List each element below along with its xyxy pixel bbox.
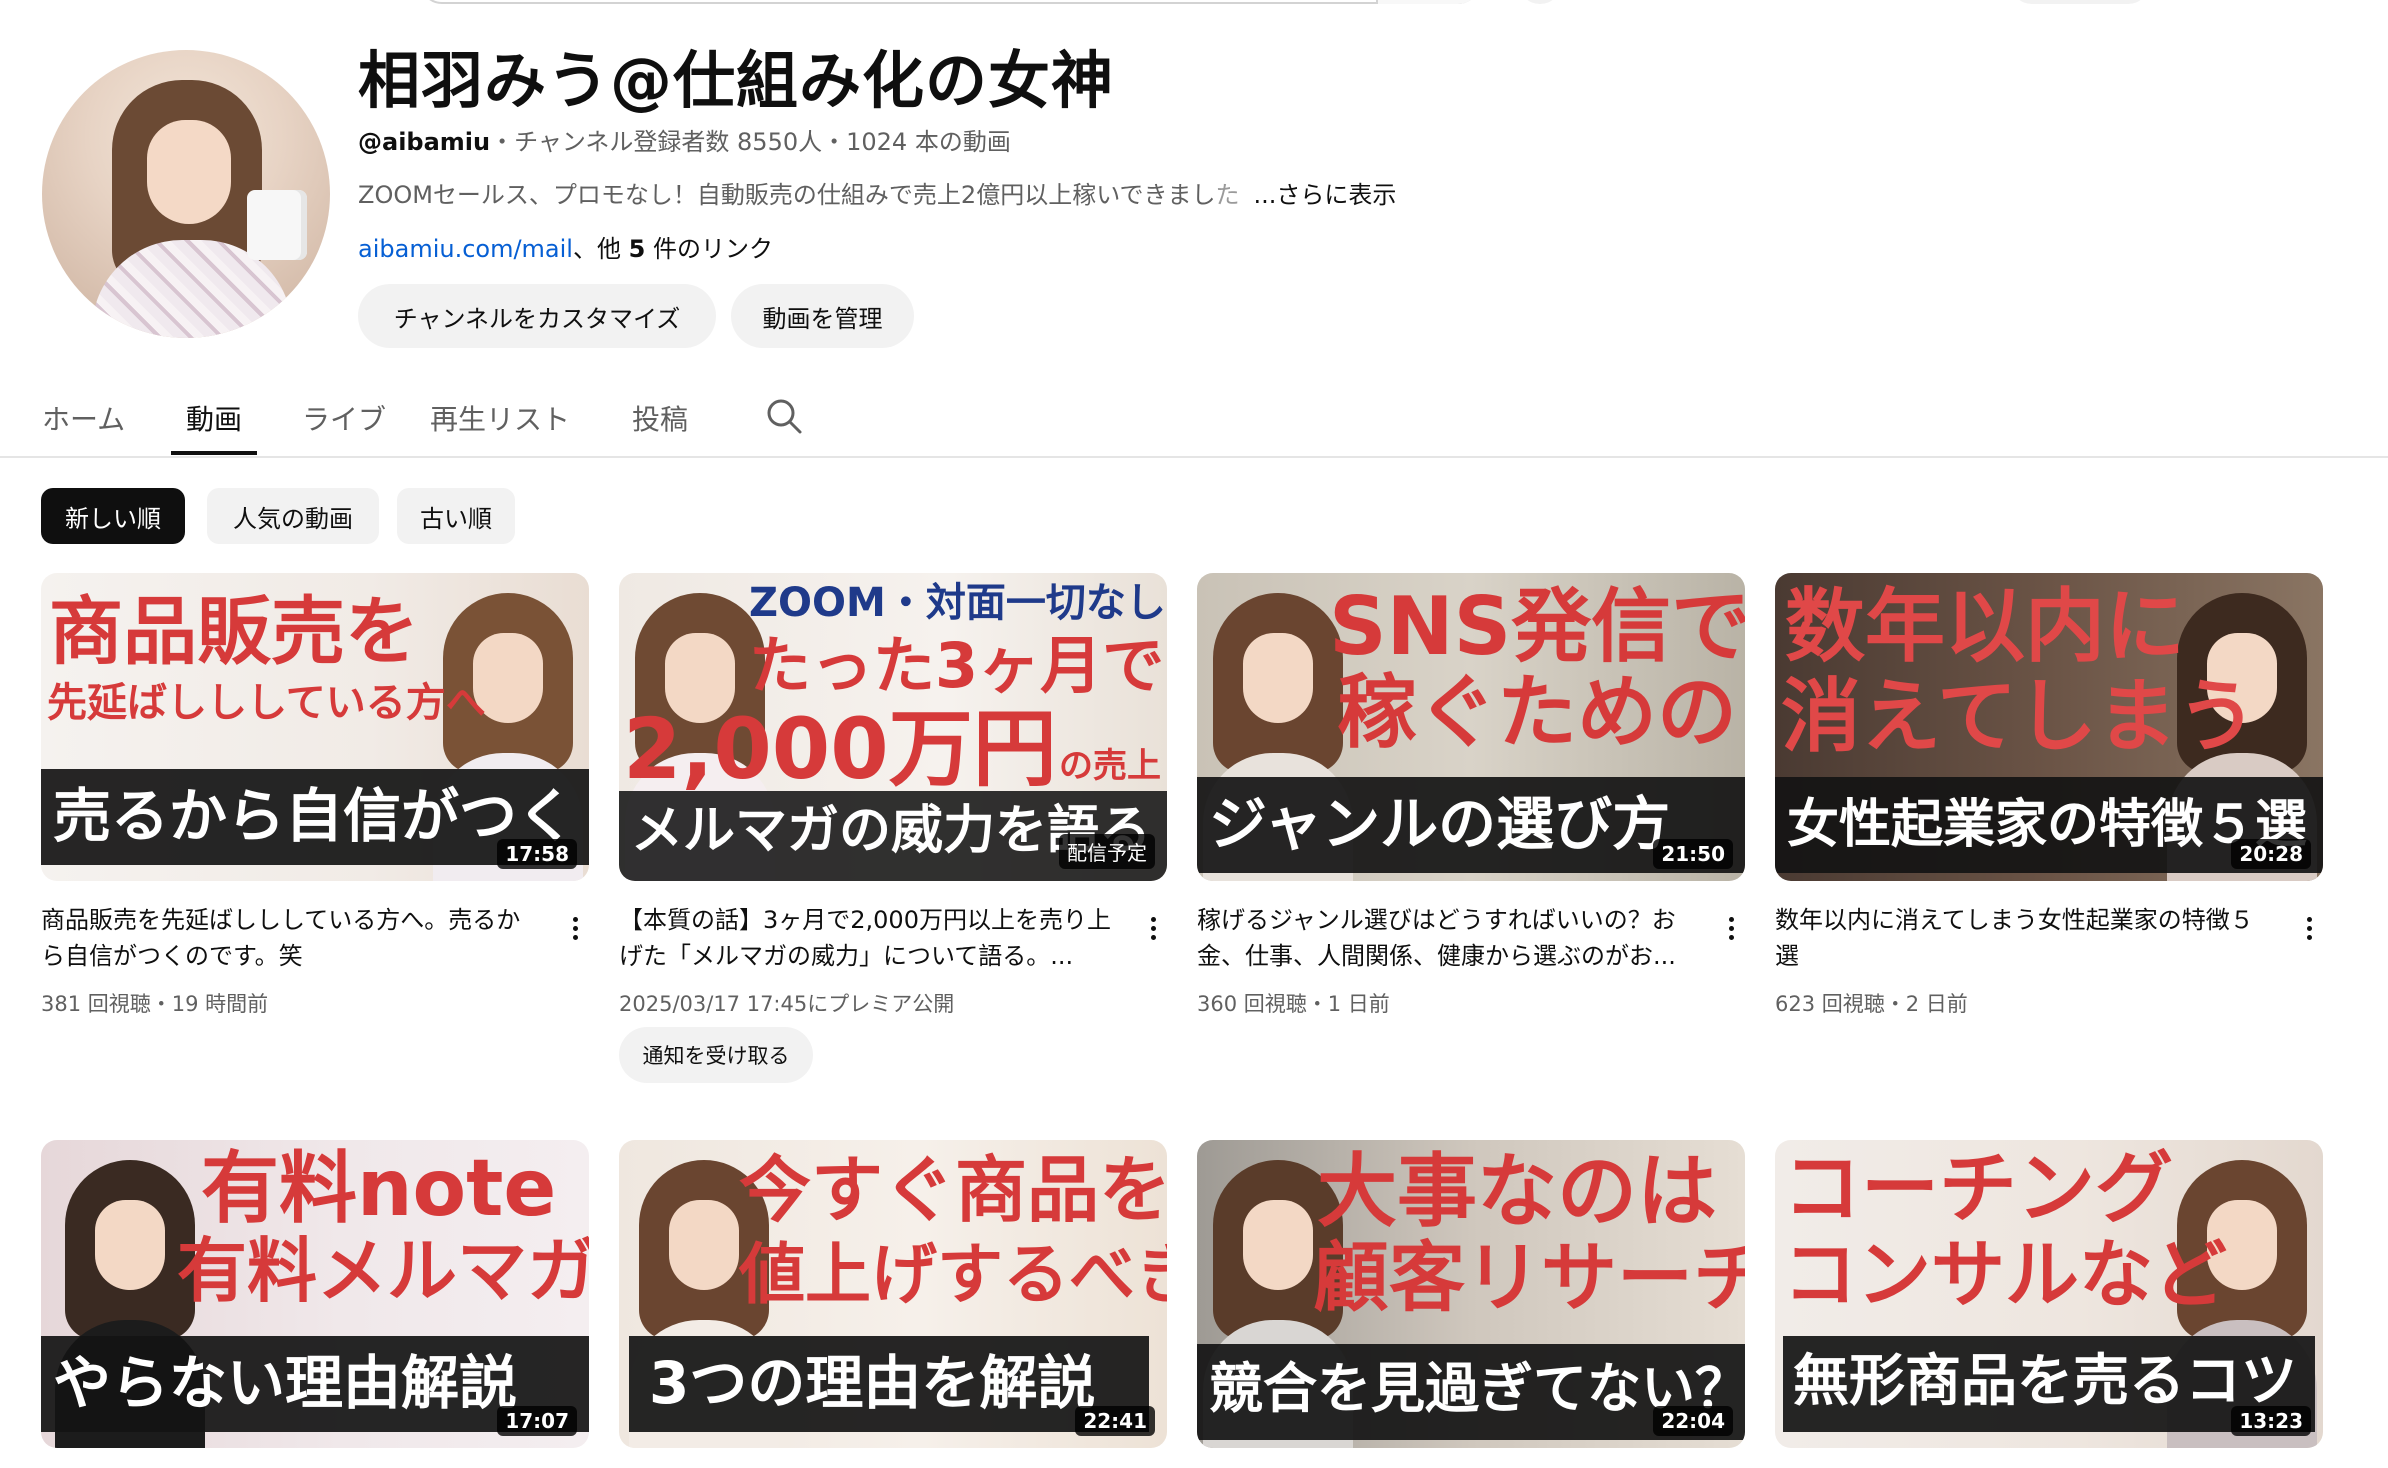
thumbnail-text: 今すぐ商品を [739, 1148, 1167, 1232]
more-options-icon[interactable] [1717, 908, 1745, 948]
search-box-edge[interactable] [420, 0, 1480, 4]
thumbnail-text: 大事なのは [1317, 1145, 1717, 1238]
thumbnail-text: 2,000万円 [623, 700, 1057, 798]
chip-popular[interactable]: 人気の動画 [207, 488, 379, 544]
tab-live[interactable]: ライブ [302, 380, 386, 456]
upcoming-badge: 配信予定 [1059, 834, 1155, 869]
notify-me-button[interactable]: 通知を受け取る [619, 1027, 813, 1083]
thumbnail-text: 有料note [201, 1144, 557, 1234]
channel-description[interactable]: ZOOMセールス、プロモなし！自動販売の仕組みで売上2億円以上稼いできました..… [358, 175, 1396, 210]
tab-posts[interactable]: 投稿 [632, 380, 688, 456]
description-text: ZOOMセールス、プロモなし！自動販売の仕組みで売上2億円以上稼いできまし [358, 181, 1216, 209]
thumbnail-band-text: 無形商品を売るコツ [1793, 1349, 2297, 1414]
description-fade: た [1215, 181, 1240, 209]
thumbnail-text: コーチング [1783, 1144, 2174, 1234]
thumbnail-band-text: 3つの理由を解説 [649, 1349, 1096, 1417]
duration-badge: 20:28 [2231, 839, 2311, 869]
duration-badge: 17:58 [497, 839, 577, 869]
thumbnail-text: の売上 [1059, 746, 1161, 786]
video-meta: 2025/03/17 17:45にプレミア公開 [619, 992, 955, 1016]
video-thumbnail[interactable]: 商品販売を 先延ばしししている方へ 売るから自信がつく 17:58 [41, 573, 589, 881]
channel-link[interactable]: aibamiu.com/mail [358, 235, 573, 263]
thumbnail-band-text: 女性起業家の特徴５選 [1787, 795, 2308, 855]
video-thumbnail[interactable]: SNS発信で 稼ぐための ジャンルの選び方 21:50 [1197, 573, 1745, 881]
video-meta: 623 回視聴・2 日前 [1775, 992, 1968, 1016]
search-icon[interactable] [764, 396, 804, 436]
video-meta: 381 回視聴・19 時間前 [41, 992, 269, 1016]
channel-name: 相羽みう@仕組み化の女神 [358, 44, 1115, 117]
more-options-icon[interactable] [2295, 908, 2323, 948]
video-title[interactable]: 商品販売を先延ばしししている方へ。売るから自信がつくのです。笑 [41, 902, 541, 974]
thumbnail-band-text: ジャンルの選び方 [1209, 790, 1671, 858]
duration-badge: 22:04 [1653, 1406, 1733, 1436]
thumbnail-text: コンサルなど [1783, 1232, 2227, 1318]
video-thumbnail[interactable]: ZOOM・対面一切なし！ たった3ヶ月で 2,000万円 の売上 メルマガの威力… [619, 573, 1167, 881]
video-thumbnail[interactable]: 大事なのは 顧客リサーチ 競合を見過ぎてない？ 22:04 [1197, 1140, 1745, 1448]
mic-button-edge[interactable] [1518, 0, 1562, 4]
video-meta: 360 回視聴・1 日前 [1197, 992, 1390, 1016]
thumbnail-text: 値上げするべき [739, 1236, 1167, 1313]
duration-badge: 22:41 [1075, 1406, 1155, 1436]
thumbnail-text: 商品販売を [49, 589, 419, 675]
thumbnail-band-text: やらない理由解説 [53, 1349, 518, 1417]
tabs-divider [0, 456, 2388, 458]
thumbnail-text: ZOOM・対面一切なし！ [749, 580, 1167, 626]
channel-stats: ・チャンネル登録者数 8550人・1024 本の動画 [490, 128, 1011, 156]
more-options-icon[interactable] [1139, 908, 1167, 948]
video-thumbnail[interactable]: 今すぐ商品を 値上げするべき 3つの理由を解説 22:41 [619, 1140, 1167, 1448]
more-options-icon[interactable] [561, 908, 589, 948]
channel-handle: @aibamiu [358, 128, 491, 156]
thumbnail-text: 顧客リサーチ [1313, 1233, 1745, 1322]
thumbnail-text: たった3ヶ月で [749, 629, 1165, 702]
thumbnail-text: SNS発信で [1329, 580, 1745, 673]
search-button-edge[interactable] [1376, 0, 1480, 4]
video-thumbnail[interactable]: コーチング コンサルなど 無形商品を売るコツ 13:23 [1775, 1140, 2323, 1448]
channel-links: aibamiu.com/mail、他 5 件のリンク [358, 235, 773, 263]
manage-videos-button[interactable]: 動画を管理 [731, 284, 914, 348]
channel-avatar[interactable] [42, 50, 330, 338]
video-thumbnail[interactable]: 数年以内に 消えてしまう 女性起業家の特徴５選 20:28 [1775, 573, 2323, 881]
thumbnail-text: 有料メルマガ [177, 1230, 589, 1312]
tab-videos[interactable]: 動画 [186, 380, 242, 456]
thumbnail-text: 消えてしまう [1781, 670, 2257, 763]
video-thumbnail[interactable]: 有料note 有料メルマガ やらない理由解説 17:07 [41, 1140, 589, 1448]
video-title[interactable]: 【本質の話】3ヶ月で2,000万円以上を売り上げた「メルマガの威力」について語る… [619, 902, 1119, 974]
channel-meta: @aibamiu・チャンネル登録者数 8550人・1024 本の動画 [358, 122, 1011, 157]
chip-oldest[interactable]: 古い順 [397, 488, 515, 544]
customize-channel-button[interactable]: チャンネルをカスタマイズ [358, 284, 716, 348]
tab-playlists[interactable]: 再生リスト [430, 380, 570, 456]
active-tab-indicator [171, 451, 257, 455]
duration-badge: 13:23 [2231, 1406, 2311, 1436]
chip-latest[interactable]: 新しい順 [41, 488, 185, 544]
video-title[interactable]: 数年以内に消えてしまう女性起業家の特徴５選 [1775, 902, 2275, 974]
top-bar-edge [0, 0, 2388, 8]
video-title[interactable]: 稼げるジャンル選びはどうすればいいの？お金、仕事、人間関係、健康から選ぶのがお.… [1197, 902, 1697, 974]
link-count: 5 [628, 235, 646, 263]
thumbnail-text: 先延ばしししている方へ [47, 680, 486, 726]
create-button-edge[interactable] [2010, 0, 2150, 4]
more-links-link[interactable]: 件のリンク [645, 235, 773, 263]
duration-badge: 17:07 [497, 1406, 577, 1436]
thumbnail-band-text: 売るから自信がつく [53, 782, 576, 850]
show-more-link[interactable]: ...さらに表示 [1253, 181, 1396, 209]
thumbnail-text: 数年以内に [1785, 580, 2185, 673]
duration-badge: 21:50 [1653, 839, 1733, 869]
tab-home[interactable]: ホーム [42, 380, 125, 456]
thumbnail-text: 稼ぐための [1337, 666, 1737, 759]
